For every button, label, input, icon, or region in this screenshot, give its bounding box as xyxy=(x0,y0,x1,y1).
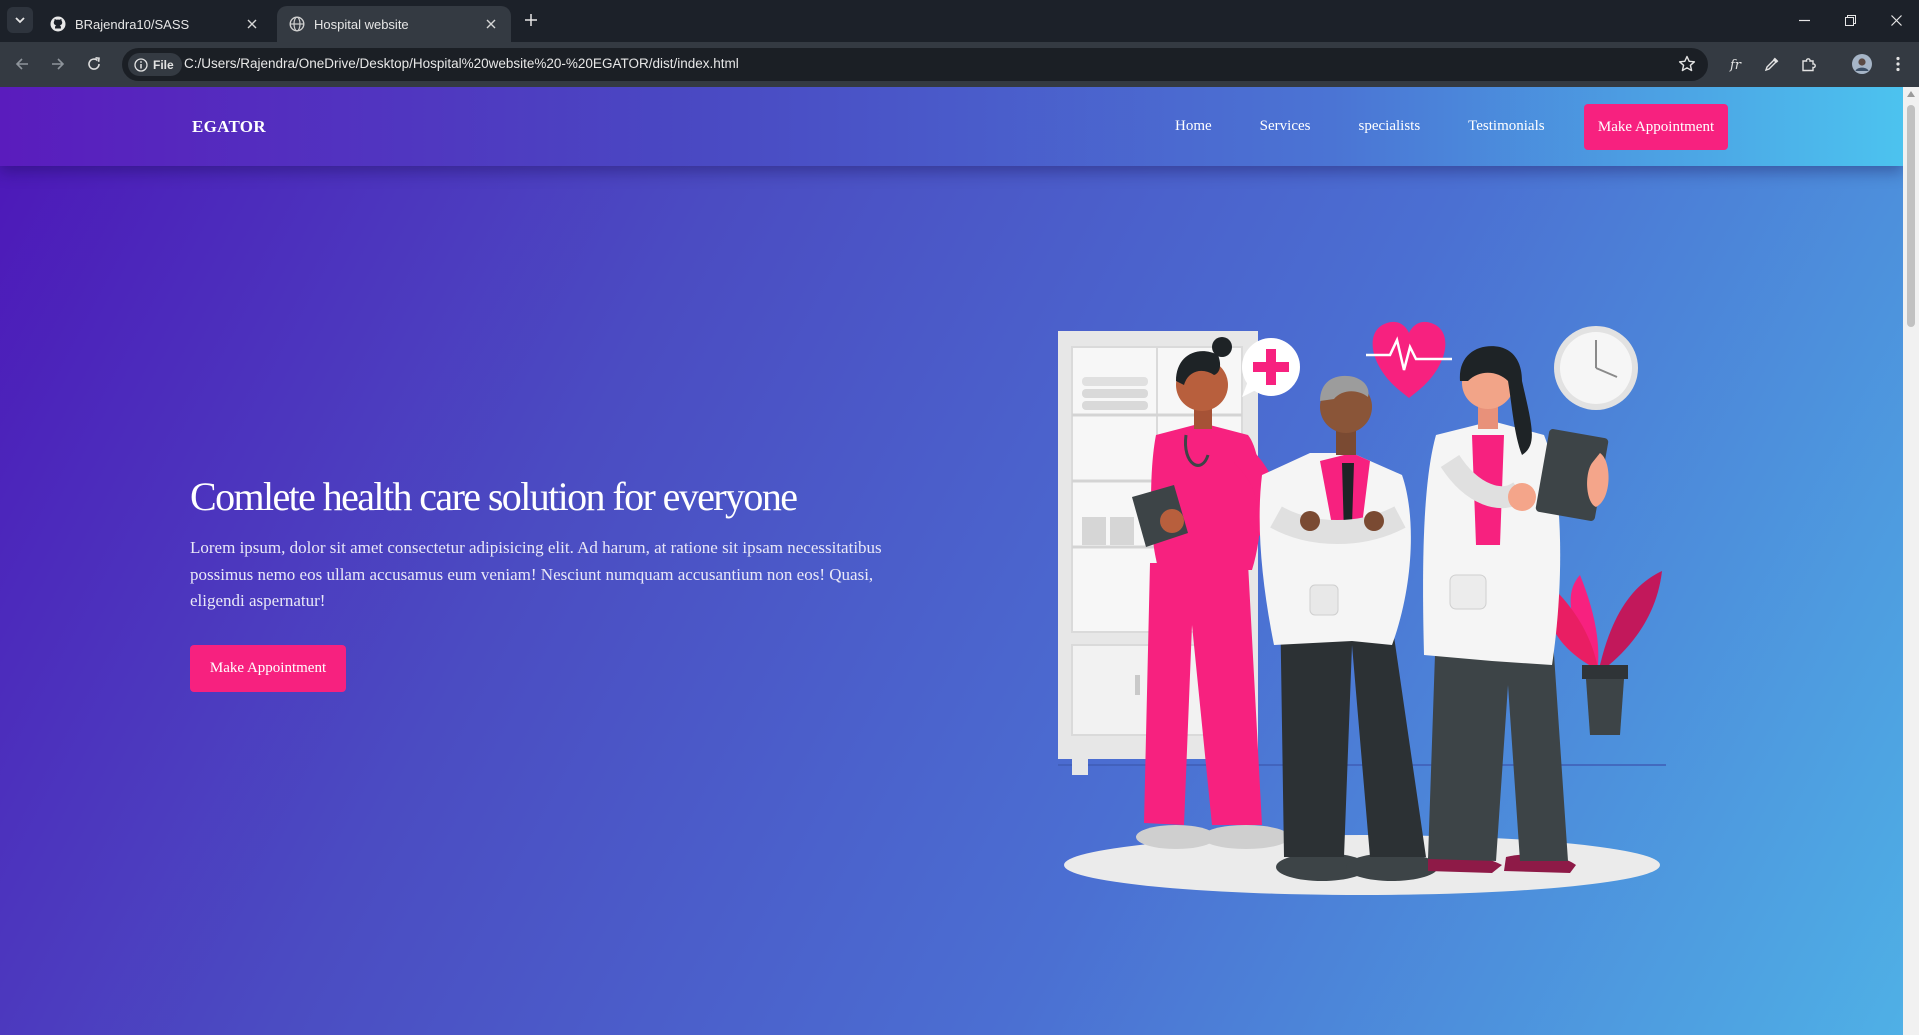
globe-icon xyxy=(289,16,305,32)
heartbeat-heart xyxy=(1366,321,1452,398)
reload-icon xyxy=(88,57,100,70)
tab-hospital-website[interactable]: Hospital website xyxy=(277,6,511,42)
chevron-down-icon xyxy=(15,17,25,24)
plus-icon xyxy=(525,14,537,26)
eyedropper-icon xyxy=(1764,57,1779,72)
close-window-button[interactable] xyxy=(1873,0,1919,40)
extensions-button[interactable] xyxy=(1795,50,1823,78)
reload-button[interactable] xyxy=(80,50,108,78)
scrollbar-thumb[interactable] xyxy=(1907,105,1915,327)
tab-github[interactable]: BRajendra10/SASS xyxy=(38,6,272,42)
arrow-right-icon xyxy=(52,58,65,70)
site-navbar: EGATOR Home Services specialists Testimo… xyxy=(0,87,1903,166)
nav-make-appointment-button[interactable]: Make Appointment xyxy=(1584,104,1728,150)
minimize-icon xyxy=(1798,19,1810,21)
wall-clock xyxy=(1554,326,1638,410)
scheme-label: File xyxy=(153,57,174,72)
potted-plant xyxy=(1547,571,1662,735)
browser-toolbar: File C:/Users/Rajendra/OneDrive/Desktop/… xyxy=(0,42,1919,87)
arrow-left-icon xyxy=(15,58,28,70)
extension-fx-button[interactable]: fr xyxy=(1724,50,1752,78)
hero-description: Lorem ipsum, dolor sit amet consectetur … xyxy=(190,538,882,610)
profile-button[interactable] xyxy=(1848,50,1876,78)
close-icon[interactable] xyxy=(244,16,260,32)
forward-button[interactable] xyxy=(44,50,72,78)
close-icon[interactable] xyxy=(483,16,499,32)
page-scrollbar[interactable] xyxy=(1903,87,1919,1035)
doctors-illustration xyxy=(1058,321,1666,895)
browser-menu-button[interactable] xyxy=(1884,50,1912,78)
extension-eyedropper-button[interactable] xyxy=(1758,50,1786,78)
tab-strip: BRajendra10/SASS Hospital website xyxy=(0,0,1919,42)
svg-text:fr: fr xyxy=(1729,58,1742,72)
site-logo[interactable]: EGATOR xyxy=(192,117,266,137)
doctor-figure xyxy=(1259,375,1438,881)
bookmark-star-icon[interactable] xyxy=(1678,55,1696,78)
puzzle-icon xyxy=(1802,58,1816,72)
back-button[interactable] xyxy=(8,50,36,78)
nav-link-specialists[interactable]: specialists xyxy=(1359,118,1421,135)
nav-link-testimonials[interactable]: Testimonials xyxy=(1468,118,1544,135)
nav-link-home[interactable]: Home xyxy=(1175,118,1212,135)
github-icon xyxy=(50,16,66,32)
restore-button[interactable] xyxy=(1827,0,1873,40)
close-icon xyxy=(1890,14,1902,26)
nav-link-services[interactable]: Services xyxy=(1260,118,1311,135)
tab-title: Hospital website xyxy=(314,16,409,32)
tab-title: BRajendra10/SASS xyxy=(75,16,190,32)
formula-icon: fr xyxy=(1729,58,1742,72)
address-bar[interactable]: File C:/Users/Rajendra/OneDrive/Desktop/… xyxy=(122,48,1708,81)
medical-cross-bubble xyxy=(1242,338,1300,397)
scroll-up-arrow-icon[interactable] xyxy=(1907,91,1915,97)
minimize-button[interactable] xyxy=(1781,0,1827,40)
tab-search-button[interactable] xyxy=(7,7,33,33)
site-info-chip[interactable]: File xyxy=(128,53,182,76)
hero-make-appointment-button[interactable]: Make Appointment xyxy=(190,645,346,692)
restore-icon xyxy=(1844,14,1856,26)
main-nav: Home Services specialists Testimonials xyxy=(1175,118,1593,135)
url-text[interactable]: C:/Users/Rajendra/OneDrive/Desktop/Hospi… xyxy=(184,56,739,71)
avatar-icon xyxy=(1852,54,1872,74)
new-tab-button[interactable] xyxy=(520,9,542,31)
info-icon xyxy=(134,57,148,72)
page-viewport: EGATOR Home Services specialists Testimo… xyxy=(0,87,1919,1035)
hero-title: Comlete health care solution for everyon… xyxy=(190,474,798,519)
kebab-menu-icon xyxy=(1896,56,1900,72)
